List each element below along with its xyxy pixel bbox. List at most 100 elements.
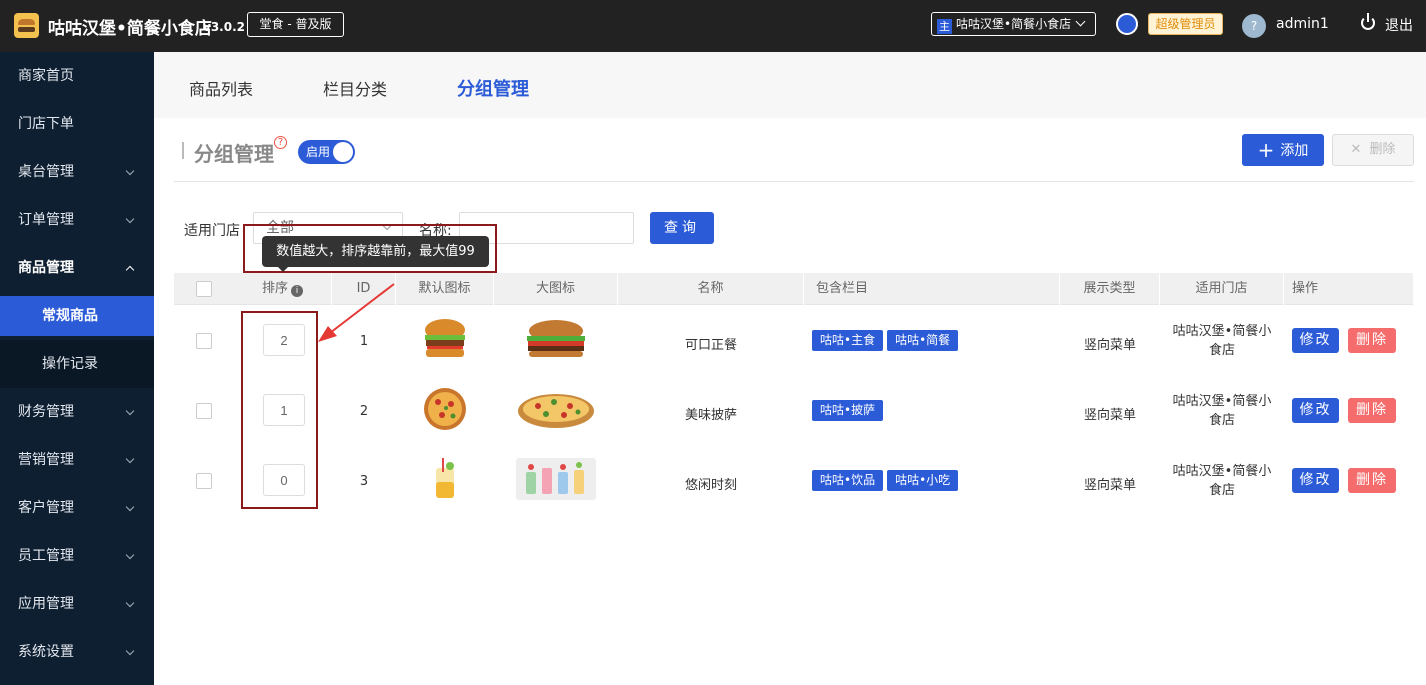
sidebar-item-operation-log[interactable]: 操作记录 [0,340,154,388]
tab-categories[interactable]: 栏目分类 [323,76,387,100]
category-tag: 咕咕•饮品 [812,470,884,491]
store-switcher[interactable]: 主咕咕汉堡•简餐小食店 [931,12,1096,36]
chevron-down-icon [125,502,135,512]
row-store: 咕咕汉堡•简餐小食店 [1172,464,1272,498]
row-checkbox[interactable] [196,403,212,419]
row-display-type: 竖向菜单 [1083,478,1136,493]
chevron-up-icon [125,265,135,275]
row-store: 咕咕汉堡•简餐小食店 [1172,324,1272,358]
sidebar-item-settings[interactable]: 系统设置 [0,628,154,676]
row-name: 悠闲时刻 [684,478,737,493]
sidebar-item-label: 门店下单 [18,116,74,132]
delete-button[interactable]: ✕ 删除 [1332,134,1414,166]
app-title: 咕咕汉堡•简餐小食店 [48,19,212,39]
sidebar-item-label: 订单管理 [18,212,74,228]
add-button[interactable]: + 添加 [1242,134,1324,166]
row-id: 2 [359,404,369,419]
chevron-down-icon [125,550,135,560]
column-header-name: 名称 [618,273,804,305]
sidebar-item-tables[interactable]: 桌台管理 [0,148,154,196]
chevron-down-icon [125,166,135,176]
sidebar-item-home[interactable]: 商家首页 [0,52,154,100]
remove-button[interactable]: 删除 [1348,398,1396,423]
divider [174,181,1414,182]
sidebar-item-regular-products[interactable]: 常规商品 [0,296,154,336]
sidebar-item-staff[interactable]: 员工管理 [0,532,154,580]
sidebar-item-label: 员工管理 [18,548,74,564]
sidebar-item-label: 商品管理 [18,260,74,276]
username[interactable]: admin1 [1276,16,1329,32]
app-version: v3.0.2 [203,20,245,34]
help-icon[interactable]: ? [274,136,287,149]
sidebar-item-label: 常规商品 [42,308,98,324]
row-id: 3 [359,474,369,489]
sidebar-item-customers[interactable]: 客户管理 [0,484,154,532]
store-switcher-label: 咕咕汉堡•简餐小食店 [956,17,1072,31]
tab-group-management[interactable]: 分组管理 [457,75,529,101]
edit-button[interactable]: 修改 [1292,398,1339,423]
sidebar-item-label: 操作记录 [42,356,98,372]
column-header-big-icon: 大图标 [494,273,618,305]
close-icon: ✕ [1350,142,1362,157]
sidebar-item-label: 营销管理 [18,452,74,468]
column-header-store: 适用门店 [1160,273,1284,305]
sidebar: 商家首页 门店下单 桌台管理 订单管理 商品管理 常规商品 操作记录 财务管理 … [0,52,154,685]
category-tag: 咕咕•披萨 [812,400,884,421]
remove-button[interactable]: 删除 [1348,328,1396,353]
sidebar-item-apps[interactable]: 应用管理 [0,580,154,628]
chevron-down-icon [125,406,135,416]
row-display-type: 竖向菜单 [1083,338,1136,353]
chevron-down-icon [125,598,135,608]
row-categories: 咕咕•主食 咕咕•简餐 [810,330,960,351]
theme-color-button[interactable] [1116,13,1138,35]
pizza-icon [422,386,468,432]
sidebar-item-products[interactable]: 商品管理 [0,244,154,292]
column-header-display-type: 展示类型 [1060,273,1160,305]
edit-button[interactable]: 修改 [1292,328,1339,353]
remove-button[interactable]: 删除 [1348,468,1396,493]
row-checkbox[interactable] [196,473,212,489]
category-tag: 咕咕•简餐 [887,330,959,351]
sidebar-item-label: 商家首页 [18,68,74,84]
row-categories: 咕咕•披萨 [810,400,885,421]
row-store: 咕咕汉堡•简餐小食店 [1172,394,1272,428]
chevron-down-icon [125,454,135,464]
edit-button[interactable]: 修改 [1292,468,1339,493]
column-header-label: 排序 [261,281,288,296]
column-header-categories: 包含栏目 [804,273,1060,305]
column-header-actions: 操作 [1284,273,1414,305]
section-marker [182,142,184,159]
role-badge: 超级管理员 [1148,13,1223,35]
query-button[interactable]: 查询 [650,212,714,244]
row-display-type: 竖向菜单 [1083,408,1136,423]
logout-link[interactable]: 退出 [1385,15,1413,35]
enable-toggle[interactable]: 启用 [298,140,355,164]
chevron-down-icon [125,214,135,224]
tab-product-list[interactable]: 商品列表 [189,76,253,100]
sidebar-item-finance[interactable]: 财务管理 [0,388,154,436]
avatar[interactable]: ? [1242,14,1266,38]
tab-bar: 商品列表 栏目分类 分组管理 [154,52,1426,118]
select-all-checkbox[interactable] [196,281,212,297]
power-icon[interactable] [1361,13,1375,30]
sidebar-item-store-order[interactable]: 门店下单 [0,100,154,148]
store-badge: 主 [937,19,952,34]
delete-button-label: 删除 [1369,142,1396,157]
annotation-arrow [318,283,395,342]
sidebar-item-label: 系统设置 [18,644,74,660]
plus-icon: + [1257,138,1275,162]
chevron-down-icon [125,646,135,656]
category-tag: 咕咕•主食 [812,330,884,351]
store-filter-label: 适用门店 [184,223,240,239]
sidebar-item-label: 客户管理 [18,500,74,516]
sidebar-item-orders[interactable]: 订单管理 [0,196,154,244]
row-checkbox[interactable] [196,333,212,349]
column-header-default-icon: 默认图标 [396,273,494,305]
table-row: 2 美味披萨 咕咕•披萨 竖向菜单 咕咕汉堡•简餐小食店 修改 删除 [174,376,1414,446]
sidebar-item-marketing[interactable]: 营销管理 [0,436,154,484]
sidebar-item-label: 桌台管理 [18,164,74,180]
info-icon[interactable]: i [291,285,303,297]
edition-badge[interactable]: 堂食 - 普及版 [247,12,344,37]
pizza-image [516,388,596,430]
burger-icon [422,318,468,360]
